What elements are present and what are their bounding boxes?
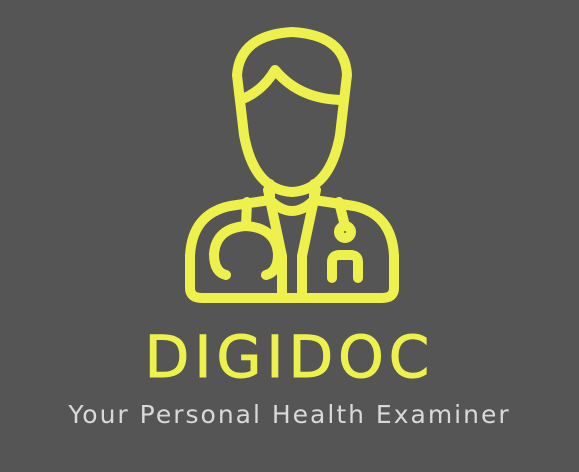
stethoscope-chest-piece <box>334 221 356 243</box>
brand-name: DIGIDOC <box>144 323 435 391</box>
digidoc-logo: DIGIDOC Your Personal Health Examiner <box>0 0 579 472</box>
stethoscope-chest-tube <box>334 197 349 227</box>
doctor-with-stethoscope-icon <box>180 24 404 308</box>
tagline: Your Personal Health Examiner <box>68 400 511 429</box>
doctor-head <box>232 27 352 197</box>
doctor-pocket <box>327 250 363 283</box>
doctor-hair <box>235 65 349 105</box>
stethoscope-earpiece <box>209 221 283 280</box>
